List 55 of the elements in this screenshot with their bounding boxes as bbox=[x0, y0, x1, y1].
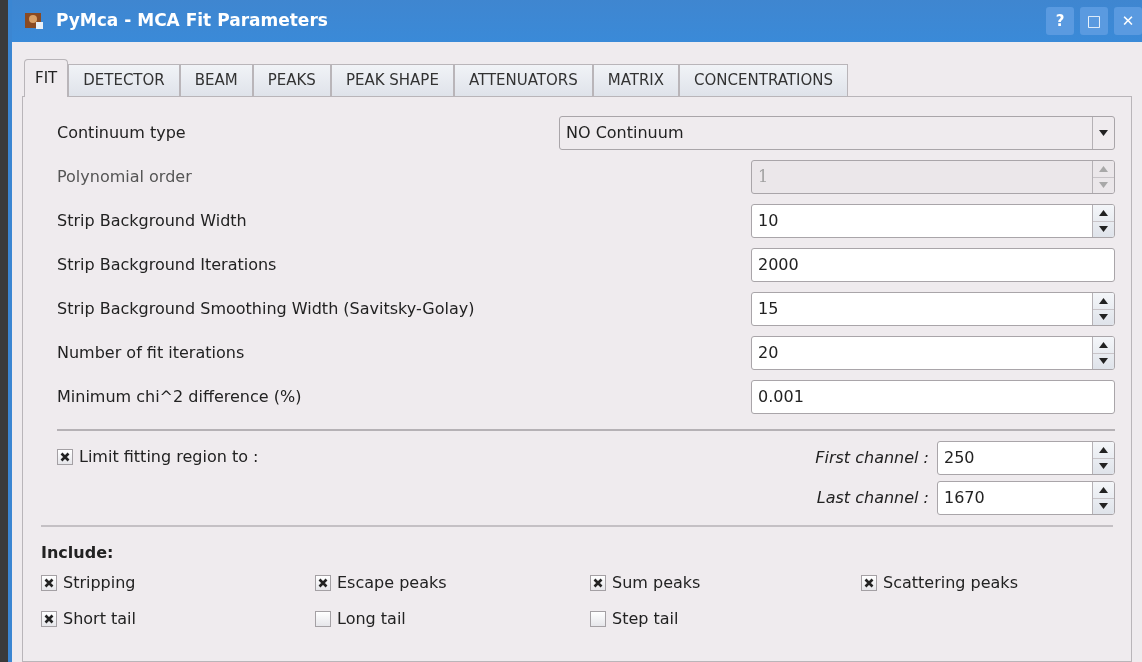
down-arrow-icon[interactable] bbox=[1099, 226, 1108, 233]
spin-box[interactable]: 250 bbox=[937, 441, 1115, 475]
checkbox[interactable] bbox=[590, 575, 606, 591]
app-icon bbox=[24, 11, 44, 31]
checkbox-label: Limit fitting region to : bbox=[79, 449, 259, 465]
up-arrow-icon[interactable] bbox=[1099, 446, 1108, 453]
up-arrow-icon[interactable] bbox=[1099, 341, 1108, 348]
spin-box[interactable]: 10 bbox=[751, 204, 1115, 238]
field-label: Number of fit iterations bbox=[57, 342, 245, 364]
field-label: Strip Background Width bbox=[57, 210, 247, 232]
tab[interactable]: ATTENUATORS bbox=[453, 64, 593, 96]
section-heading: Include: bbox=[41, 542, 115, 564]
up-arrow-icon[interactable] bbox=[1099, 297, 1108, 304]
checkbox[interactable] bbox=[41, 611, 57, 627]
tab[interactable]: PEAK SHAPE bbox=[330, 64, 454, 96]
checkbox-label: Step tail bbox=[612, 608, 679, 630]
tab[interactable]: MATRIX bbox=[592, 64, 680, 96]
field-label: Strip Background Smoothing Width (Savitsky-Golay) bbox=[57, 298, 475, 320]
down-arrow-icon[interactable] bbox=[1099, 358, 1108, 365]
dropdown[interactable]: NO Continuum bbox=[559, 116, 1115, 150]
spin-box[interactable]: 20 bbox=[751, 336, 1115, 370]
field-label: First channel : bbox=[815, 447, 929, 469]
input-field[interactable]: 2000 bbox=[751, 248, 1115, 282]
checkbox-label: Stripping bbox=[63, 572, 136, 594]
checkbox-label: Long tail bbox=[337, 608, 406, 630]
checkbox[interactable] bbox=[315, 611, 331, 627]
window-title: PyMca - MCA Fit Parameters bbox=[56, 9, 328, 33]
input-field[interactable]: 0.001 bbox=[751, 380, 1115, 414]
dropdown-arrow-icon bbox=[1099, 130, 1108, 136]
tab[interactable]: DETECTOR bbox=[68, 64, 180, 96]
tab[interactable]: PEAKS bbox=[252, 64, 331, 96]
checkbox-label: Sum peaks bbox=[612, 572, 701, 594]
field-label: Polynomial order bbox=[57, 166, 192, 188]
checkbox-label: Scattering peaks bbox=[883, 572, 1018, 594]
field-label: Minimum chi^2 difference (%) bbox=[57, 386, 302, 408]
down-arrow-icon[interactable] bbox=[1099, 463, 1108, 470]
tab[interactable]: FIT bbox=[24, 59, 69, 97]
checkbox-label: Escape peaks bbox=[337, 572, 447, 594]
checkbox[interactable] bbox=[861, 575, 877, 591]
down-arrow-icon[interactable] bbox=[1099, 314, 1108, 321]
tab[interactable]: BEAM bbox=[179, 64, 253, 96]
tab[interactable]: CONCENTRATIONS bbox=[679, 64, 848, 96]
up-arrow-icon[interactable] bbox=[1099, 486, 1108, 493]
spin-box[interactable]: 1670 bbox=[937, 481, 1115, 515]
checkbox[interactable] bbox=[57, 449, 73, 465]
down-arrow-icon[interactable] bbox=[1099, 503, 1108, 510]
field-label: Last channel : bbox=[816, 487, 929, 509]
field-label: Continuum type bbox=[57, 122, 186, 144]
checkbox-label: Short tail bbox=[63, 608, 136, 630]
checkbox[interactable] bbox=[590, 611, 606, 627]
spin-box[interactable]: 15 bbox=[751, 292, 1115, 326]
checkbox[interactable] bbox=[41, 575, 57, 591]
up-arrow-icon[interactable] bbox=[1099, 209, 1108, 216]
checkbox[interactable] bbox=[315, 575, 331, 591]
field-label: Strip Background Iterations bbox=[57, 254, 277, 276]
